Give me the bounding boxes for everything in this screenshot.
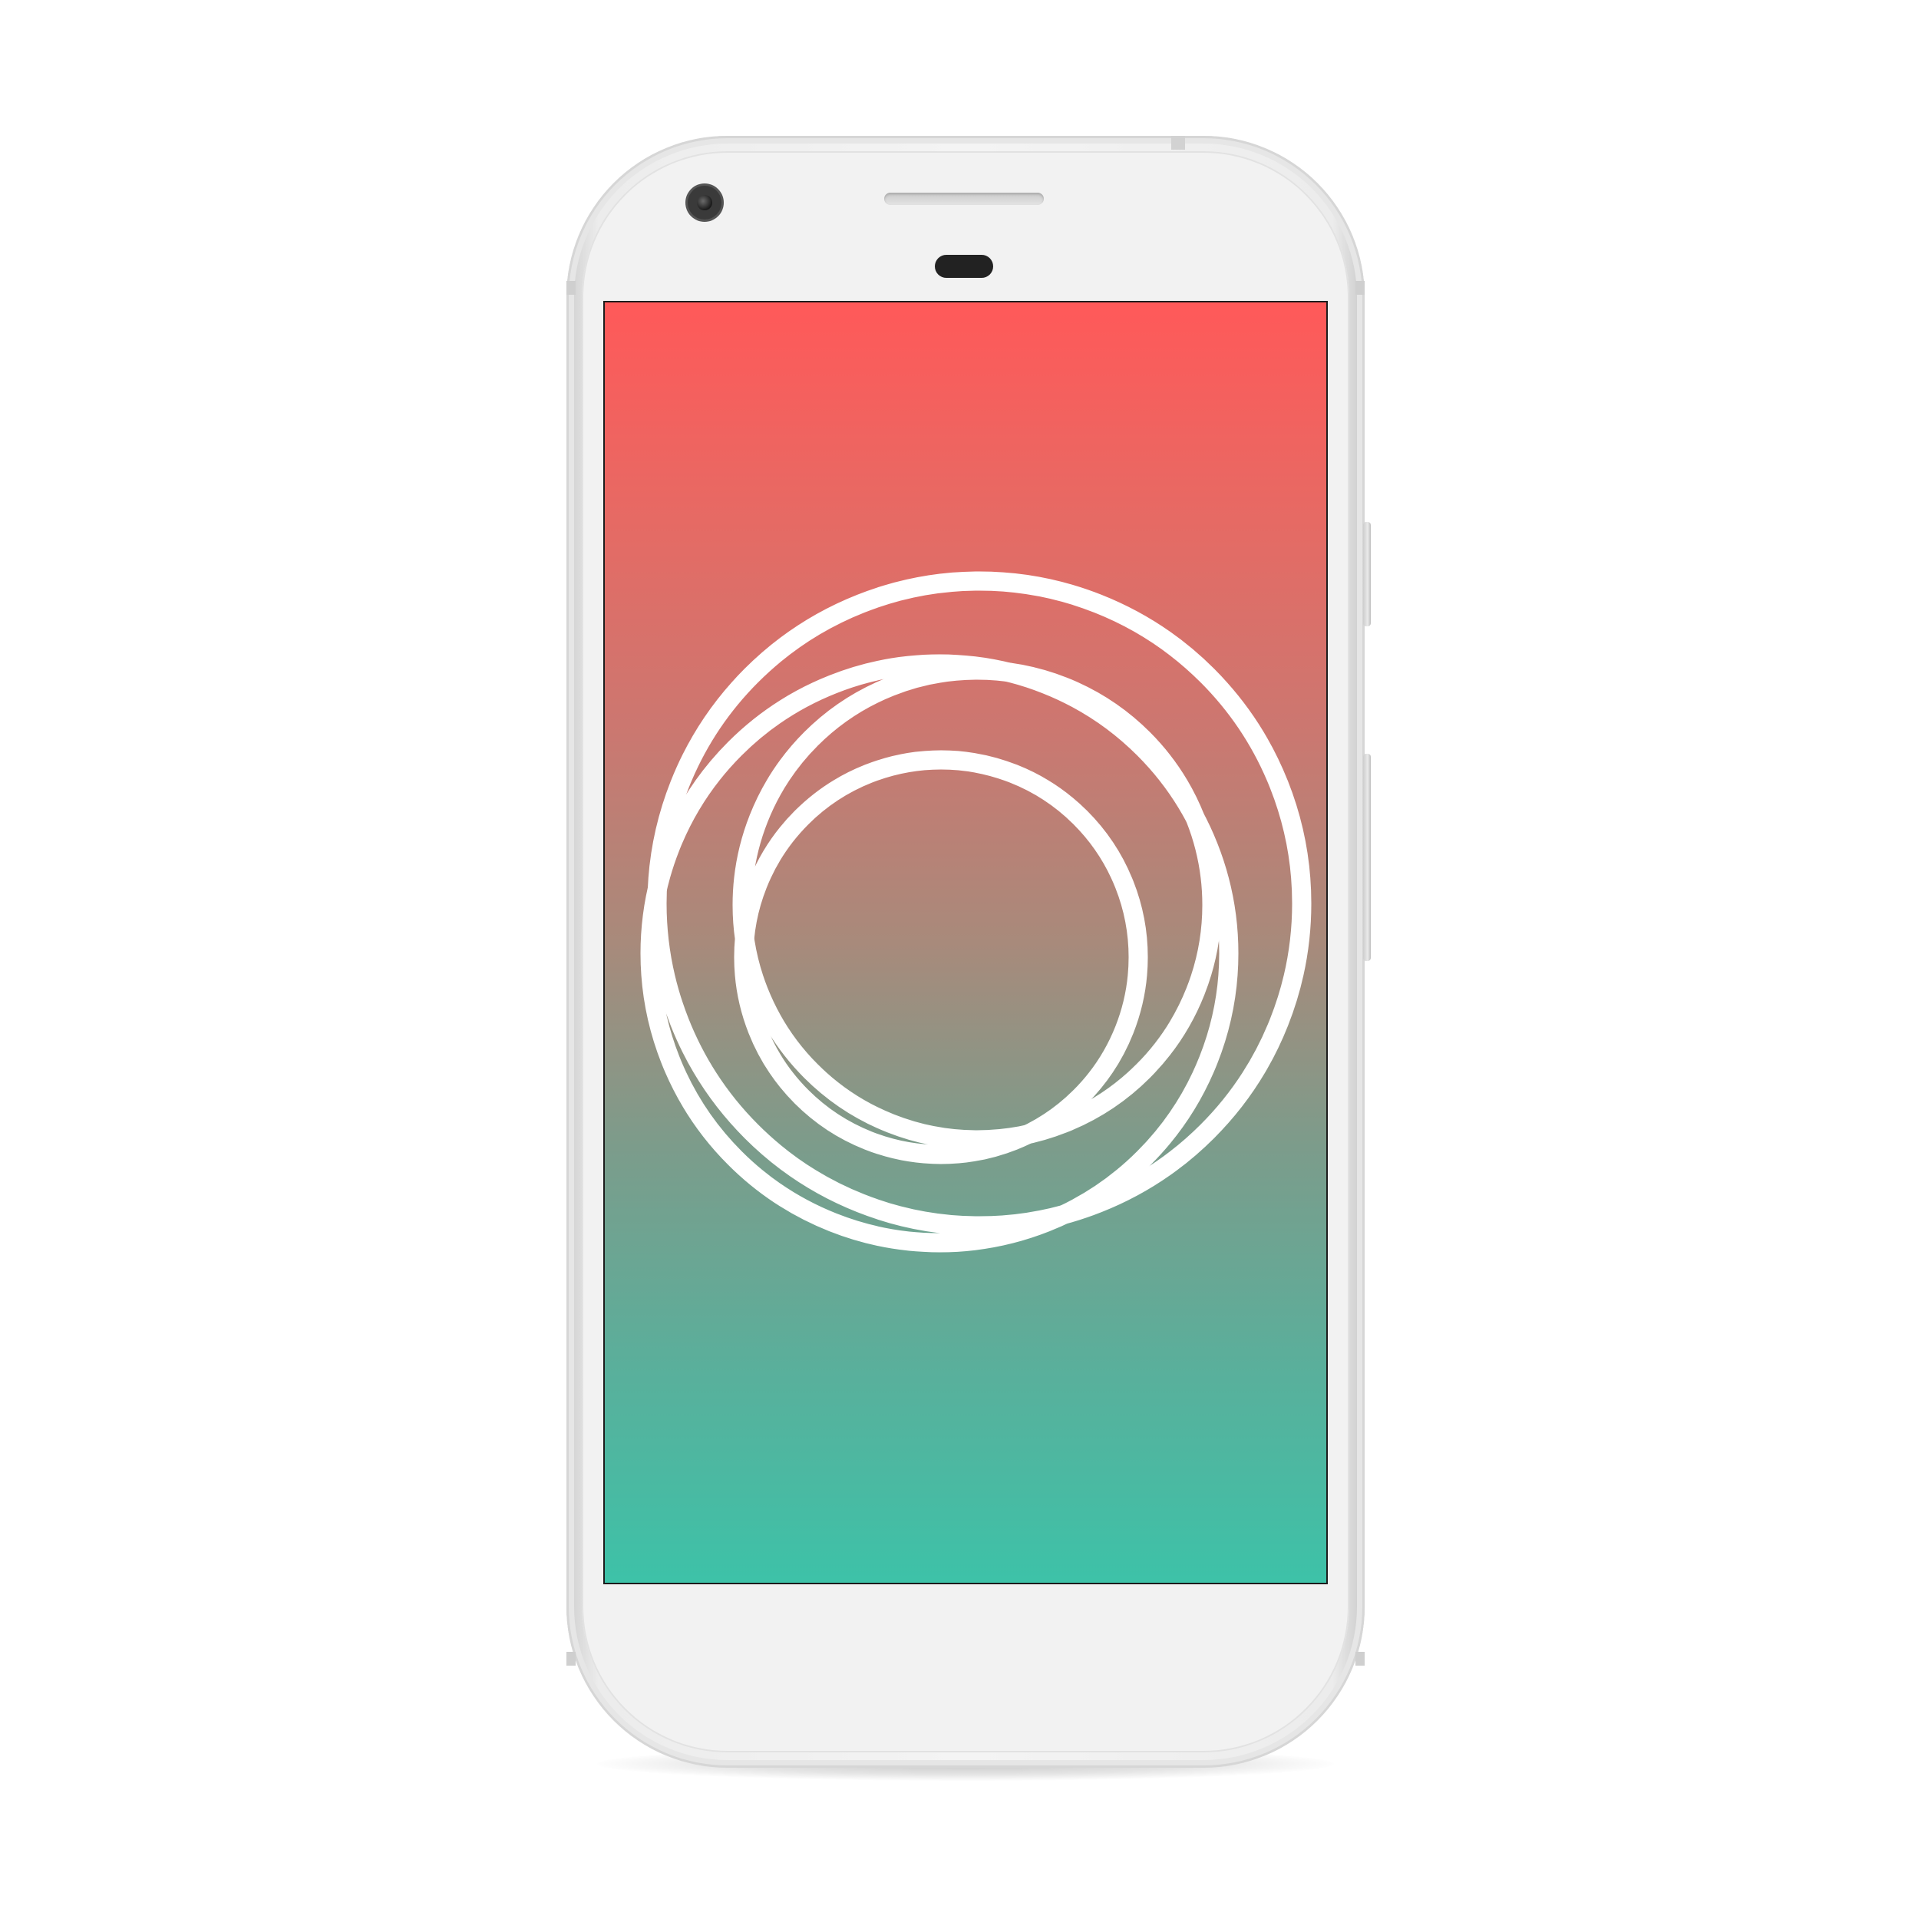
- interlocking-rings-logo-icon: [640, 571, 1312, 1253]
- antenna-band-right-top: [1355, 281, 1365, 295]
- phone-screen[interactable]: [603, 301, 1328, 1584]
- front-camera-icon: [688, 186, 721, 220]
- power-button[interactable]: [1363, 522, 1371, 626]
- product-mockup-stage: [0, 0, 1928, 1932]
- volume-rocker[interactable]: [1363, 754, 1371, 961]
- logo-ring-third: [732, 660, 1222, 1150]
- antenna-pin: [1171, 136, 1185, 150]
- antenna-band-right-bottom: [1355, 1652, 1365, 1666]
- antenna-band-left-top: [566, 281, 576, 295]
- camera-lens: [697, 195, 712, 210]
- antenna-band-left-bottom: [566, 1652, 576, 1666]
- proximity-sensor-icon: [935, 255, 993, 278]
- earpiece-speaker-icon: [884, 193, 1044, 205]
- logo-ring-inner: [734, 750, 1148, 1164]
